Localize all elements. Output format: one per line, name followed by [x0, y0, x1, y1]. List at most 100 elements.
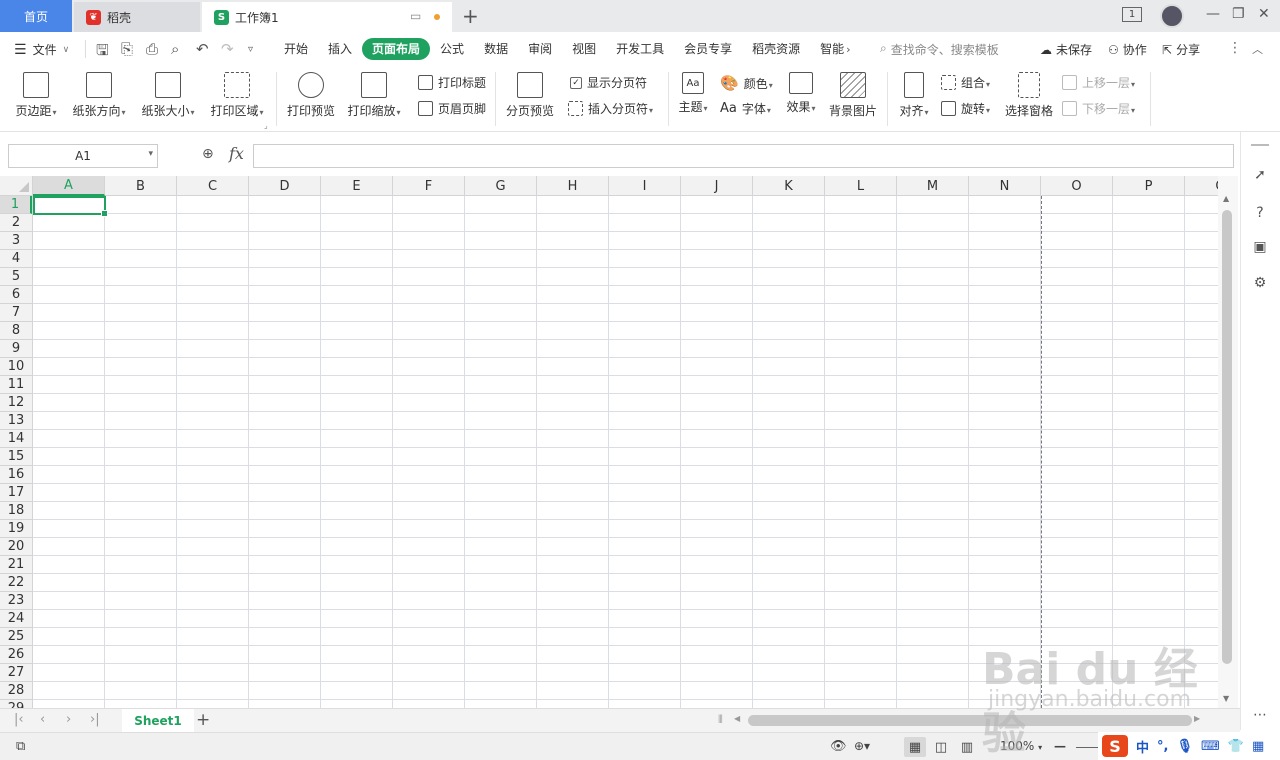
background-image-button[interactable]: 背景图片 — [826, 66, 880, 119]
tab-page-layout[interactable]: 页面布局 — [362, 38, 431, 60]
row-header[interactable]: 3 — [0, 232, 32, 250]
row-header[interactable]: 29 — [0, 700, 32, 708]
row-header[interactable]: 2 — [0, 214, 32, 232]
share-button[interactable]: ⇱ 分享 — [1162, 41, 1200, 58]
column-header[interactable]: O — [1041, 176, 1113, 196]
fx-icon[interactable]: fx — [229, 144, 244, 163]
print-icon[interactable]: ⎙ — [146, 40, 158, 58]
page-setup-launcher-icon[interactable]: ⌟ — [264, 121, 268, 130]
save-icon[interactable]: 🖫 — [96, 40, 109, 65]
rotate-button[interactable]: 旋转▾ — [941, 100, 990, 117]
tab-daoke-resources[interactable]: 稻壳资源 — [742, 38, 810, 60]
column-header[interactable]: Q — [1185, 176, 1218, 196]
row-header[interactable]: 24 — [0, 610, 32, 628]
restore-button[interactable]: ❐ — [1232, 6, 1245, 22]
tab-home-ribbon[interactable]: 开始 — [274, 38, 318, 60]
row-header[interactable]: 7 — [0, 304, 32, 322]
show-page-breaks-checkbox[interactable]: ✓ 显示分页符 — [570, 74, 647, 91]
tab-workbook[interactable]: S 工作簿1 ▭ — [202, 2, 452, 32]
column-header[interactable]: M — [897, 176, 969, 196]
command-search[interactable]: ⌕ 查找命令、搜索模板 — [880, 41, 999, 58]
row-header[interactable]: 6 — [0, 286, 32, 304]
margins-button[interactable]: 页边距▾ — [10, 66, 62, 119]
column-header[interactable]: L — [825, 176, 897, 196]
print-area-button[interactable]: 打印区域▾ — [206, 66, 268, 119]
column-header[interactable]: J — [681, 176, 753, 196]
customize-quick-access-icon[interactable]: ▿ — [248, 44, 253, 55]
active-cell[interactable] — [33, 196, 108, 217]
row-header[interactable]: 11 — [0, 376, 32, 394]
column-header[interactable]: F — [393, 176, 465, 196]
align-button[interactable]: 对齐▾ — [896, 66, 932, 119]
tab-view[interactable]: 视图 — [562, 38, 606, 60]
print-preview-button[interactable]: 打印预览 — [284, 66, 338, 119]
minimize-button[interactable]: — — [1206, 6, 1220, 22]
formula-input[interactable] — [253, 144, 1234, 168]
row-header[interactable]: 9 — [0, 340, 32, 358]
selection-pane-button[interactable]: 选择窗格 — [1004, 66, 1054, 119]
scroll-right-icon[interactable]: ▶ — [1194, 714, 1200, 723]
row-header[interactable]: 13 — [0, 412, 32, 430]
column-header[interactable]: D — [249, 176, 321, 196]
row-header[interactable]: 22 — [0, 574, 32, 592]
skin-icon[interactable]: 👕 — [1228, 739, 1244, 754]
scroll-left-icon[interactable]: ◀ — [734, 714, 740, 723]
page-break-view-button[interactable]: ▥ — [956, 737, 978, 757]
theme-button[interactable]: Aa 主题▾ — [674, 66, 712, 115]
eye-protection-icon[interactable]: 👁 — [830, 739, 847, 754]
tab-data[interactable]: 数据 — [474, 38, 518, 60]
next-sheet-icon[interactable]: › — [66, 712, 71, 727]
chevron-down-icon[interactable]: ▾ — [148, 149, 153, 159]
row-header[interactable]: 28 — [0, 682, 32, 700]
column-header[interactable]: N — [969, 176, 1041, 196]
column-header[interactable]: K — [753, 176, 825, 196]
normal-view-button[interactable]: ▦ — [904, 737, 926, 757]
row-header[interactable]: 17 — [0, 484, 32, 502]
tab-home[interactable]: 首页 — [0, 0, 72, 32]
column-header[interactable]: I — [609, 176, 681, 196]
header-footer-button[interactable]: 页眉页脚 — [418, 100, 486, 117]
row-header[interactable]: 18 — [0, 502, 32, 520]
add-sheet-button[interactable]: + — [196, 710, 210, 730]
undo-icon[interactable]: ↶ — [196, 40, 209, 58]
row-header[interactable]: 27 — [0, 664, 32, 682]
redo-icon[interactable]: ↷ — [221, 40, 234, 58]
row-header[interactable]: 23 — [0, 592, 32, 610]
insert-page-break-button[interactable]: 插入分页符▾ — [568, 100, 653, 117]
vertical-scrollbar[interactable]: ▲ ▼ — [1218, 176, 1238, 708]
row-header[interactable]: 10 — [0, 358, 32, 376]
send-backward-button[interactable]: 下移一层▾ — [1062, 100, 1135, 117]
zoom-search-icon[interactable]: ⊕ — [202, 146, 214, 162]
column-header[interactable]: H — [537, 176, 609, 196]
more-horizontal-icon[interactable]: ⋯ — [1251, 706, 1269, 724]
avatar[interactable] — [1160, 4, 1184, 28]
row-header[interactable]: 16 — [0, 466, 32, 484]
column-header[interactable]: B — [105, 176, 177, 196]
zoom-out-button[interactable]: — — [1054, 739, 1066, 753]
zoom-level[interactable]: 100% ▾ — [1000, 739, 1042, 753]
microphone-icon[interactable]: 🎙 — [1176, 739, 1193, 754]
name-box[interactable]: A1 ▾ — [8, 144, 158, 168]
help-icon[interactable]: ? — [1251, 204, 1269, 222]
select-all-corner[interactable] — [0, 176, 33, 196]
column-header[interactable]: C — [177, 176, 249, 196]
row-header[interactable]: 14 — [0, 430, 32, 448]
ime-language[interactable]: 中 — [1136, 737, 1149, 756]
row-header[interactable]: 26 — [0, 646, 32, 664]
new-tab-button[interactable]: + — [462, 4, 479, 28]
row-header[interactable]: 12 — [0, 394, 32, 412]
row-header[interactable]: 1 — [0, 196, 32, 214]
collapse-ribbon-icon[interactable]: ︿ — [1252, 41, 1263, 57]
print-titles-button[interactable]: 打印标题 — [418, 74, 486, 91]
tab-member[interactable]: 会员专享 — [674, 38, 742, 60]
scroll-up-icon[interactable]: ▲ — [1223, 194, 1229, 203]
tab-insert[interactable]: 插入 — [318, 38, 362, 60]
page-layout-view-button[interactable]: ◫ — [930, 737, 952, 757]
page-break-preview-button[interactable]: 分页预览 — [503, 66, 557, 119]
zoom-slider[interactable] — [1076, 747, 1100, 748]
row-header[interactable]: 21 — [0, 556, 32, 574]
punctuation-icon[interactable]: °, — [1157, 739, 1168, 754]
monitor-icon[interactable]: ▭ — [410, 9, 421, 23]
more-vertical-icon[interactable]: ⋮ — [1228, 40, 1242, 56]
paper-size-button[interactable]: 纸张大小▾ — [137, 66, 199, 119]
